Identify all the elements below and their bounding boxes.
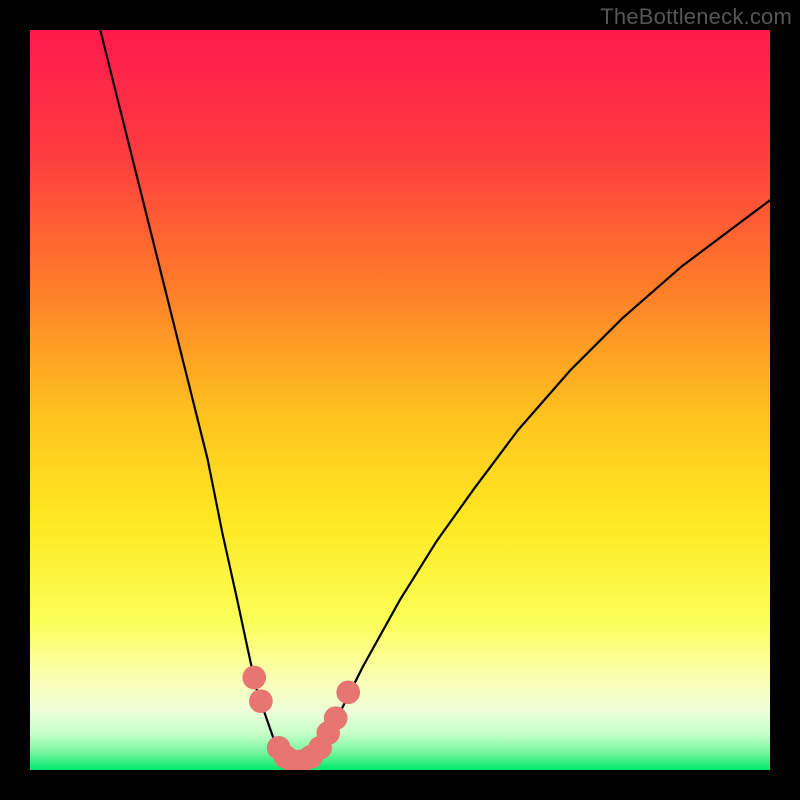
chart-svg (30, 30, 770, 770)
marker-0 (242, 666, 266, 690)
attribution-label: TheBottleneck.com (600, 4, 792, 30)
gradient-background (30, 30, 770, 770)
marker-10 (336, 680, 360, 704)
chart-frame: TheBottleneck.com (0, 0, 800, 800)
marker-1 (249, 689, 273, 713)
chart-plot-area (30, 30, 770, 770)
marker-9 (324, 706, 348, 730)
